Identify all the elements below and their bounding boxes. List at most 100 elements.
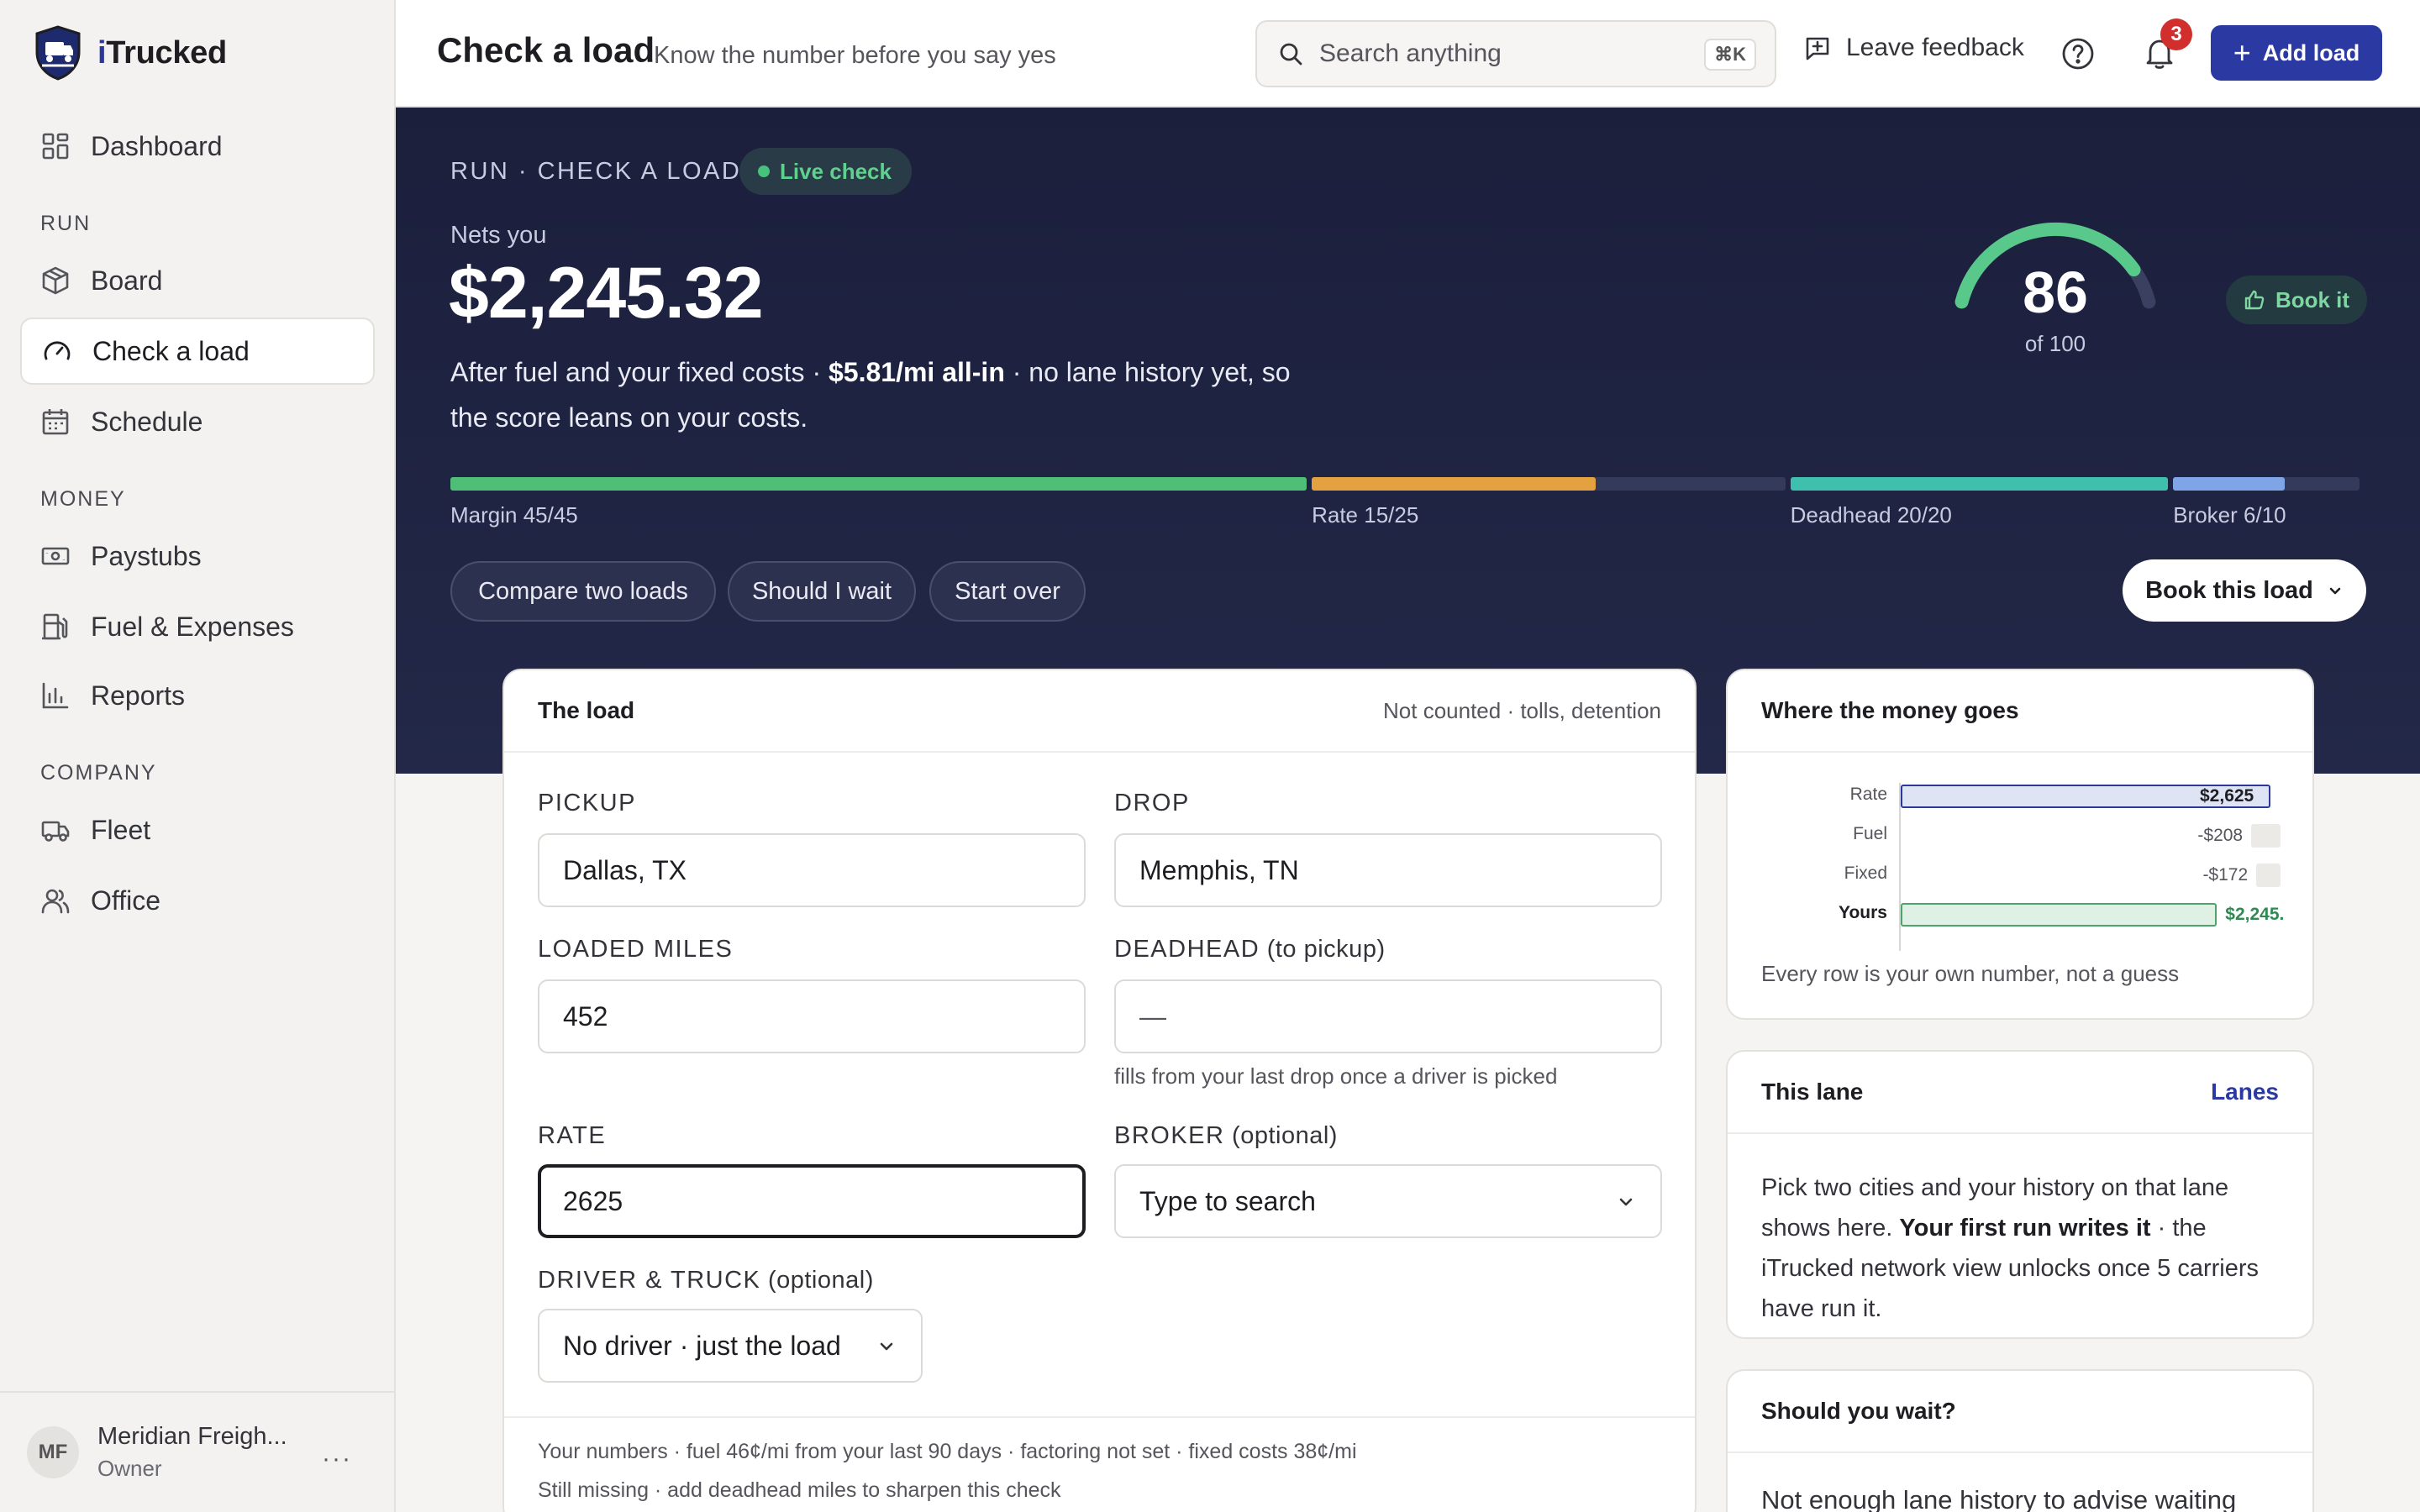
page-subtitle: Know the number before you say yes xyxy=(654,42,1056,69)
money-card-header: Where the money goes xyxy=(1728,670,2312,753)
book-load-label: Book this load xyxy=(2145,576,2313,604)
chart-row-label: Yours xyxy=(1839,903,1887,922)
drop-field[interactable]: Memphis, TN xyxy=(1114,833,1662,907)
driver-truck-value: No driver · just the load xyxy=(563,1330,841,1361)
fuel-pump-icon xyxy=(42,613,68,640)
live-dot-icon xyxy=(758,165,770,177)
deadhead-help: fills from your last drop once a driver … xyxy=(1114,1063,1558,1089)
bar-segment-label: Margin 45/45 xyxy=(450,502,578,528)
sidebar-item-paystubs[interactable]: Paystubs xyxy=(20,522,375,590)
sidebar-item-label: Schedule xyxy=(91,406,203,437)
driver-truck-label: DRIVER & TRUCK (optional) xyxy=(538,1267,874,1294)
search-input[interactable]: Search anything ⌘K xyxy=(1255,20,1776,87)
loaded-miles-field[interactable]: 452 xyxy=(538,979,1086,1053)
nets-label: Nets you xyxy=(450,222,547,249)
broker-placeholder: Type to search xyxy=(1139,1185,1316,1216)
your-numbers-line: Your numbers · fuel 46¢/mi from your las… xyxy=(538,1440,1357,1463)
sidebar-item-fuel-expenses[interactable]: Fuel & Expenses xyxy=(20,593,375,660)
score-gauge: 86 of 100 xyxy=(1933,217,2177,376)
sidebar-item-office[interactable]: Office xyxy=(20,867,375,934)
lanes-link[interactable]: Lanes xyxy=(2211,1079,2279,1105)
sidebar-item-reports[interactable]: Reports xyxy=(20,662,375,729)
broker-label: BROKER (optional) xyxy=(1114,1122,1338,1149)
leave-feedback-button[interactable]: Leave feedback xyxy=(1804,34,2024,62)
card-title: The load xyxy=(538,697,635,723)
brand-name: iTrucked xyxy=(97,34,227,71)
sidebar-item-label: Office xyxy=(91,885,160,916)
card-title: This lane xyxy=(1761,1079,1864,1105)
book-it-label: Book it xyxy=(2275,286,2350,312)
message-plus-icon xyxy=(1806,37,1829,60)
still-missing-line: Still missing · add deadhead miles to sh… xyxy=(538,1478,1061,1502)
feedback-label: Leave feedback xyxy=(1846,34,2024,61)
chevron-down-icon xyxy=(880,1342,893,1351)
chart-bar xyxy=(2256,864,2281,887)
live-label: Live check xyxy=(780,158,892,184)
help-icon[interactable] xyxy=(2061,37,2095,71)
sidebar-item-label: Board xyxy=(91,265,163,296)
sidebar: iTrucked Dashboard RUN Board Check a loa… xyxy=(0,0,396,1512)
chart-value-label: -$172 xyxy=(2202,865,2249,885)
money-waterfall-chart: Rate $2,625 Fuel -$208 Fixed -$172 Yours $2,245… xyxy=(1728,753,2312,951)
bar-segment-label: Rate 15/25 xyxy=(1312,502,1419,528)
rate-label: RATE xyxy=(538,1122,607,1149)
top-bar: Check a load Know the number before you … xyxy=(396,0,2420,108)
users-icon xyxy=(41,889,70,914)
compare-two-loads-button[interactable]: Compare two loads xyxy=(450,561,716,622)
more-options-icon[interactable]: ··· xyxy=(322,1445,352,1473)
sidebar-item-check-a-load[interactable]: Check a load xyxy=(20,318,375,385)
should-i-wait-button[interactable]: Should I wait xyxy=(728,561,916,622)
chart-value-label: $2,625 xyxy=(2200,786,2254,806)
add-load-button[interactable]: + Add load xyxy=(2211,25,2382,81)
pickup-field[interactable]: Dallas, TX xyxy=(538,833,1086,907)
nets-description: After fuel and your fixed costs · $5.81/… xyxy=(450,357,1291,433)
brand[interactable]: iTrucked xyxy=(34,25,227,81)
chart-row-label: Fixed xyxy=(1844,864,1887,883)
rate-field[interactable]: 2625 xyxy=(538,1164,1086,1238)
sidebar-item-fleet[interactable]: Fleet xyxy=(20,796,375,864)
bar-segment-label: Deadhead 20/20 xyxy=(1790,502,1952,528)
account-switcher[interactable]: MF Meridian Freigh... Owner ··· xyxy=(0,1391,394,1512)
nav-section-company: COMPANY xyxy=(40,761,157,785)
nav-section-money: MONEY xyxy=(40,487,126,511)
sidebar-item-label: Paystubs xyxy=(91,540,202,571)
bar-segment-fill xyxy=(450,477,1307,491)
notification-badge: 3 xyxy=(2160,18,2192,50)
driver-truck-select[interactable]: No driver · just the load xyxy=(538,1309,923,1383)
book-it-button[interactable]: Book it xyxy=(2226,276,2367,324)
sidebar-item-schedule[interactable]: Schedule xyxy=(20,388,375,455)
lane-card: This lane Lanes Pick two cities and your… xyxy=(1726,1050,2314,1339)
pickup-label: PICKUP xyxy=(538,790,636,816)
broker-select[interactable]: Type to search xyxy=(1114,1164,1662,1238)
deadhead-label: DEADHEAD (to pickup) xyxy=(1114,936,1386,963)
sidebar-item-board[interactable]: Board xyxy=(20,247,375,314)
avatar: MF xyxy=(27,1426,79,1478)
wait-card-header: Should you wait? xyxy=(1728,1371,2312,1453)
bar-segment-fill xyxy=(1312,477,1597,491)
score-breakdown-bar xyxy=(450,477,2365,491)
chart-value-label: $2,245. xyxy=(2225,905,2285,924)
sidebar-item-label: Check a load xyxy=(92,335,250,366)
calendar-icon xyxy=(42,409,69,435)
wait-card: Should you wait? Not enough lane history… xyxy=(1726,1369,2314,1512)
start-over-button[interactable]: Start over xyxy=(929,561,1086,622)
deadhead-field[interactable]: — xyxy=(1114,979,1662,1053)
card-title: Where the money goes xyxy=(1761,697,2019,723)
card-title: Should you wait? xyxy=(1761,1398,1956,1424)
book-this-load-button[interactable]: Book this load xyxy=(2123,559,2366,622)
shield-truck-logo-icon xyxy=(35,25,81,81)
gauge-icon xyxy=(44,341,71,360)
loaded-miles-label: LOADED MILES xyxy=(538,936,734,963)
bar-segment-fill xyxy=(2173,477,2286,491)
account-name: Meridian Freigh... xyxy=(97,1423,287,1450)
chart-bar xyxy=(1901,903,2217,927)
lane-description: Pick two cities and your history on that… xyxy=(1761,1174,2260,1322)
box-icon xyxy=(42,266,69,295)
plus-icon: + xyxy=(2233,35,2251,70)
bar-segment-label: Broker 6/10 xyxy=(2173,502,2286,528)
card-note: Not counted · tolls, detention xyxy=(1383,697,1661,723)
sidebar-item-label: Fuel & Expenses xyxy=(91,611,294,642)
drop-label: DROP xyxy=(1114,790,1190,816)
sidebar-item-dashboard[interactable]: Dashboard xyxy=(20,113,375,180)
money-note: Every row is your own number, not a gues… xyxy=(1761,961,2180,986)
